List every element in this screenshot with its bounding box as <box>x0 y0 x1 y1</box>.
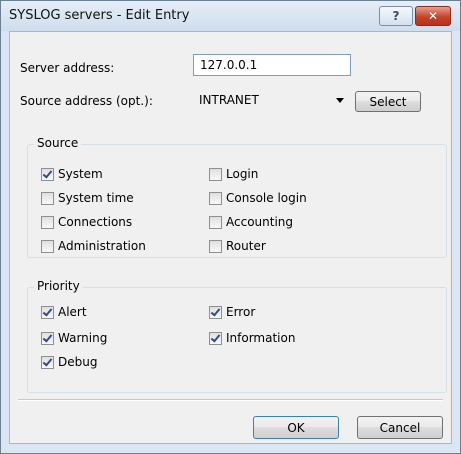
checkbox-router[interactable]: Router <box>209 238 266 254</box>
checkbox-error[interactable]: Error <box>209 304 255 320</box>
chevron-down-icon[interactable] <box>336 98 344 103</box>
source-group-title: Source <box>34 136 82 150</box>
cancel-button-label: Cancel <box>379 420 421 435</box>
window-title: SYSLOG servers - Edit Entry <box>9 8 190 23</box>
select-button[interactable]: Select <box>355 91 421 112</box>
priority-group-title: Priority <box>34 279 83 293</box>
checkbox-box[interactable] <box>41 305 54 319</box>
checkbox-label: Alert <box>58 305 87 319</box>
source-address-select[interactable]: INTRANET <box>193 90 348 112</box>
checkbox-box[interactable] <box>41 331 54 345</box>
checkbox-warning[interactable]: Warning <box>41 330 107 346</box>
checkbox-box[interactable] <box>209 239 222 253</box>
checkbox-connections[interactable]: Connections <box>41 214 132 230</box>
close-icon: ✕ <box>427 9 439 23</box>
checkbox-label: Debug <box>58 355 98 369</box>
help-icon: ? <box>392 9 400 23</box>
ok-button-label: OK <box>287 420 305 435</box>
checkbox-box[interactable] <box>209 215 222 229</box>
checkbox-box[interactable] <box>209 191 222 205</box>
checkbox-system-time[interactable]: System time <box>41 190 134 206</box>
checkbox-label: System <box>58 167 103 181</box>
server-address-label: Server address: <box>20 61 115 75</box>
checkbox-system[interactable]: System <box>41 166 103 182</box>
dialog-content: Server address: 127.0.0.1 Source address… <box>9 31 452 444</box>
source-address-label: Source address (opt.): <box>20 94 153 108</box>
divider <box>18 399 443 401</box>
checkbox-label: Administration <box>58 239 146 253</box>
checkbox-label: Accounting <box>226 215 294 229</box>
checkbox-box[interactable] <box>41 167 54 181</box>
dialog-window: SYSLOG servers - Edit Entry ? ✕ Server a… <box>0 0 461 454</box>
close-button[interactable]: ✕ <box>415 6 451 26</box>
checkbox-console-login[interactable]: Console login <box>209 190 307 206</box>
checkbox-box[interactable] <box>41 355 54 369</box>
checkbox-box[interactable] <box>41 191 54 205</box>
source-address-value: INTRANET <box>199 93 259 107</box>
ok-button[interactable]: OK <box>253 416 339 439</box>
checkbox-label: System time <box>58 191 134 205</box>
checkbox-label: Console login <box>226 191 307 205</box>
checkbox-label: Information <box>226 331 296 345</box>
checkbox-box[interactable] <box>209 331 222 345</box>
cancel-button[interactable]: Cancel <box>357 416 443 439</box>
checkbox-alert[interactable]: Alert <box>41 304 87 320</box>
checkbox-label: Error <box>226 305 256 319</box>
checkbox-label: Connections <box>58 215 133 229</box>
checkbox-label: Warning <box>58 331 108 345</box>
checkbox-box[interactable] <box>209 305 222 319</box>
title-bar[interactable]: SYSLOG servers - Edit Entry ? ✕ <box>1 1 460 31</box>
checkbox-box[interactable] <box>41 239 54 253</box>
help-button[interactable]: ? <box>379 6 413 26</box>
checkbox-login[interactable]: Login <box>209 166 258 182</box>
select-button-label: Select <box>369 94 407 109</box>
checkbox-information[interactable]: Information <box>209 330 295 346</box>
checkbox-box[interactable] <box>41 215 54 229</box>
checkbox-label: Router <box>226 239 266 253</box>
checkbox-debug[interactable]: Debug <box>41 354 97 370</box>
checkbox-administration[interactable]: Administration <box>41 238 146 254</box>
checkbox-label: Login <box>226 167 259 181</box>
checkbox-accounting[interactable]: Accounting <box>209 214 293 230</box>
checkbox-box[interactable] <box>209 167 222 181</box>
server-address-input[interactable]: 127.0.0.1 <box>193 54 351 76</box>
